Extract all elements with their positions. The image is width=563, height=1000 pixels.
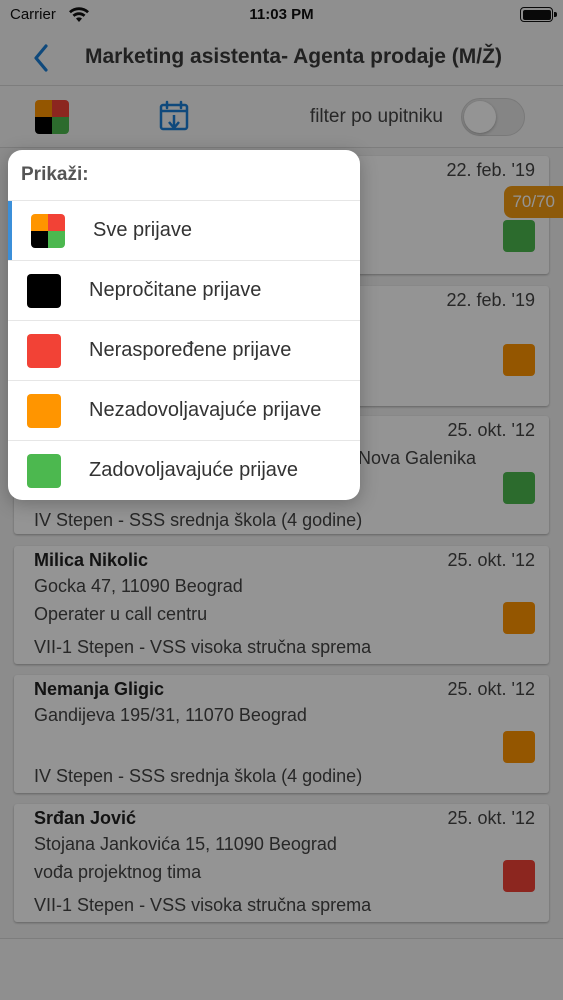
option-unread-applications[interactable]: Nepročitane prijave bbox=[8, 260, 360, 320]
option-all-applications[interactable]: Sve prijave bbox=[8, 200, 360, 261]
red-square-icon bbox=[27, 334, 61, 368]
option-satisfactory-applications[interactable]: Zadovoljavajuće prijave bbox=[8, 440, 360, 500]
popup-title: Prikaži: bbox=[21, 164, 89, 185]
option-label: Nepročitane prijave bbox=[89, 279, 262, 301]
option-label: Sve prijave bbox=[93, 219, 192, 241]
option-label: Neraspoređene prijave bbox=[89, 339, 292, 361]
black-square-icon bbox=[27, 274, 61, 308]
show-filter-popup: Prikaži: Sve prijave Nepročitane prijave… bbox=[8, 150, 360, 500]
green-square-icon bbox=[27, 454, 61, 488]
option-unassigned-applications[interactable]: Neraspoređene prijave bbox=[8, 320, 360, 380]
option-unsatisfactory-applications[interactable]: Nezadovoljavajuće prijave bbox=[8, 380, 360, 440]
multicolor-grid-icon bbox=[31, 214, 65, 248]
option-label: Zadovoljavajuće prijave bbox=[89, 459, 299, 481]
selected-indicator bbox=[8, 201, 12, 261]
option-label: Nezadovoljavajuće prijave bbox=[89, 399, 322, 421]
orange-square-icon bbox=[27, 394, 61, 428]
